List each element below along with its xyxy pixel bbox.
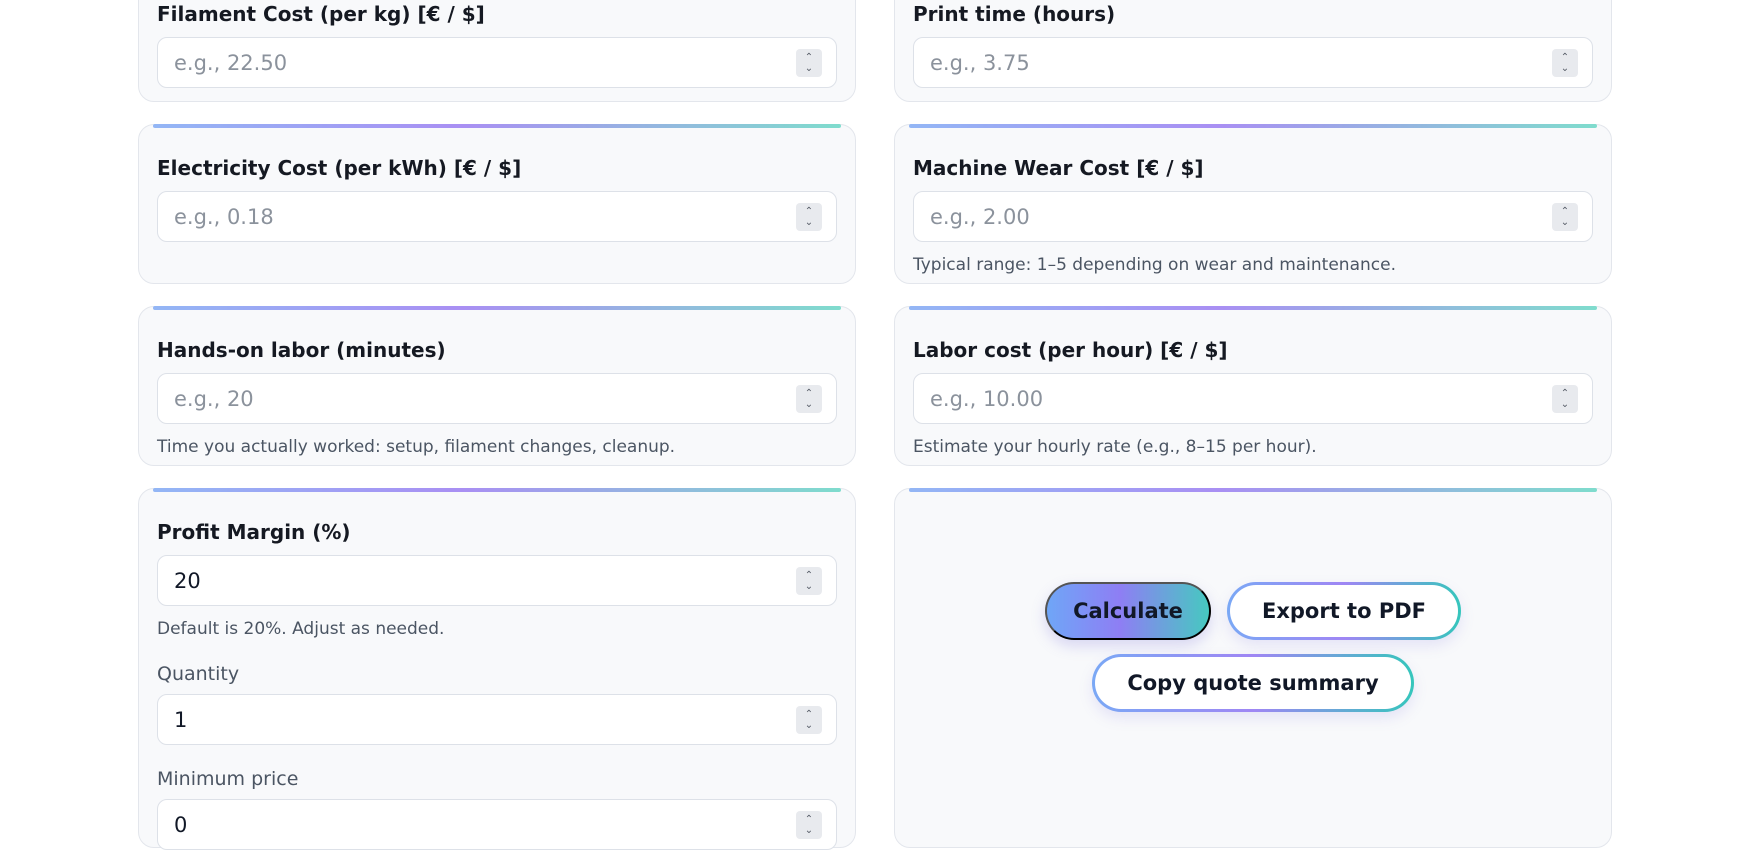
labor-rate-input[interactable]: e.g., 10.00 ⌃ ⌄ <box>913 373 1593 424</box>
labor-rate-label: Labor cost (per hour) [€ / $] <box>913 338 1228 362</box>
profit-margin-hint: Default is 20%. Adjust as needed. <box>157 619 445 639</box>
electricity-cost-input[interactable]: e.g., 0.18 ⌃ ⌄ <box>157 191 837 242</box>
print-time-placeholder: e.g., 3.75 <box>930 50 1030 75</box>
quantity-label: Quantity <box>157 663 240 685</box>
spin-button-icon[interactable]: ⌃ ⌄ <box>796 49 822 77</box>
spin-button-icon[interactable]: ⌃ ⌄ <box>796 706 822 734</box>
copy-quote-summary-button[interactable]: Copy quote summary <box>1092 654 1413 712</box>
labor-minutes-label: Hands-on labor (minutes) <box>157 338 446 362</box>
profit-margin-value: 20 <box>174 568 201 593</box>
minimum-price-value: 0 <box>174 812 188 837</box>
filament-cost-input[interactable]: e.g., 22.50 ⌃ ⌄ <box>157 37 837 88</box>
labor-rate-card: Labor cost (per hour) [€ / $] e.g., 10.0… <box>894 306 1612 466</box>
machine-wear-card: Machine Wear Cost [€ / $] e.g., 2.00 ⌃ ⌄ … <box>894 124 1612 284</box>
spin-button-icon[interactable]: ⌃ ⌄ <box>796 567 822 595</box>
labor-minutes-card: Hands-on labor (minutes) e.g., 20 ⌃ ⌄ Tim… <box>138 306 856 466</box>
print-time-label: Print time (hours) <box>913 2 1116 26</box>
electricity-cost-label: Electricity Cost (per kWh) [€ / $] <box>157 156 522 180</box>
electricity-cost-placeholder: e.g., 0.18 <box>174 204 274 229</box>
labor-rate-placeholder: e.g., 10.00 <box>930 386 1044 411</box>
spin-button-icon[interactable]: ⌃ ⌄ <box>1552 203 1578 231</box>
electricity-cost-card: Electricity Cost (per kWh) [€ / $] e.g.,… <box>138 124 856 284</box>
minimum-price-label: Minimum price <box>157 768 299 790</box>
labor-rate-hint: Estimate your hourly rate (e.g., 8–15 pe… <box>913 437 1317 457</box>
action-buttons: Calculate Export to PDF Copy quote summa… <box>895 582 1611 712</box>
spin-button-icon[interactable]: ⌃ ⌄ <box>1552 49 1578 77</box>
filament-cost-card: Filament Cost (per kg) [€ / $] e.g., 22.… <box>138 0 856 102</box>
calculator-form: Filament Cost (per kg) [€ / $] e.g., 22.… <box>138 0 1612 850</box>
labor-minutes-hint: Time you actually worked: setup, filamen… <box>157 437 676 457</box>
filament-cost-label: Filament Cost (per kg) [€ / $] <box>157 2 485 26</box>
machine-wear-label: Machine Wear Cost [€ / $] <box>913 156 1204 180</box>
actions-card: Calculate Export to PDF Copy quote summa… <box>894 488 1612 848</box>
spin-button-icon[interactable]: ⌃ ⌄ <box>796 385 822 413</box>
labor-minutes-placeholder: e.g., 20 <box>174 386 254 411</box>
machine-wear-hint: Typical range: 1–5 depending on wear and… <box>913 255 1396 275</box>
labor-minutes-input[interactable]: e.g., 20 ⌃ ⌄ <box>157 373 837 424</box>
spin-button-icon[interactable]: ⌃ ⌄ <box>796 811 822 839</box>
spin-button-icon[interactable]: ⌃ ⌄ <box>796 203 822 231</box>
filament-cost-placeholder: e.g., 22.50 <box>174 50 288 75</box>
machine-wear-input[interactable]: e.g., 2.00 ⌃ ⌄ <box>913 191 1593 242</box>
print-time-card: Print time (hours) e.g., 3.75 ⌃ ⌄ <box>894 0 1612 102</box>
export-pdf-button[interactable]: Export to PDF <box>1227 582 1461 640</box>
calculate-button[interactable]: Calculate <box>1044 582 1211 640</box>
spin-button-icon[interactable]: ⌃ ⌄ <box>1552 385 1578 413</box>
profit-margin-label: Profit Margin (%) <box>157 520 351 544</box>
machine-wear-placeholder: e.g., 2.00 <box>930 204 1030 229</box>
print-time-input[interactable]: e.g., 3.75 ⌃ ⌄ <box>913 37 1593 88</box>
quantity-value: 1 <box>174 707 188 732</box>
quantity-input[interactable]: 1 ⌃ ⌄ <box>157 694 837 745</box>
minimum-price-input[interactable]: 0 ⌃ ⌄ <box>157 799 837 850</box>
profit-margin-input[interactable]: 20 ⌃ ⌄ <box>157 555 837 606</box>
pricing-card: Profit Margin (%) 20 ⌃ ⌄ Default is 20%. … <box>138 488 856 850</box>
